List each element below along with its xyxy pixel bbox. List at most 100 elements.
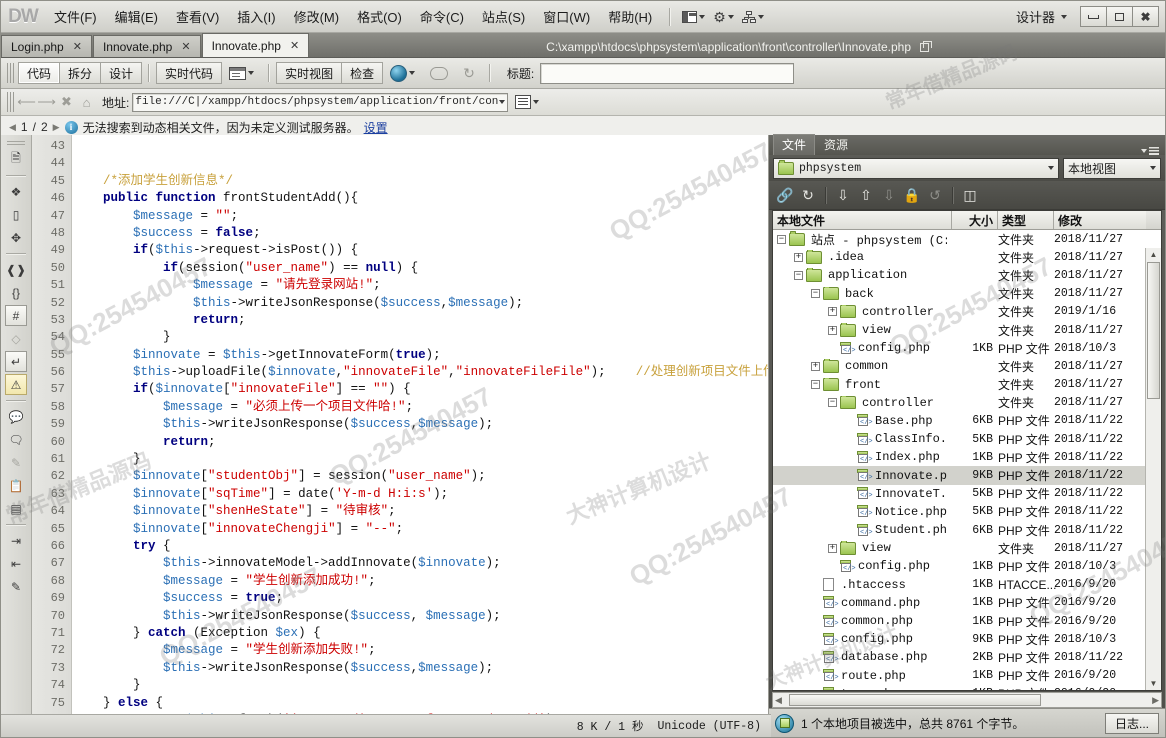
live-code-options-button[interactable] xyxy=(221,63,262,83)
file-tree-row[interactable]: − 站点 - phpsystem (C:\x... 文件夹 2018/11/27 xyxy=(773,230,1146,248)
code-line[interactable]: $this->writeJsonResponse($success, $mess… xyxy=(73,608,768,625)
outdent-code-icon[interactable]: ⇤ xyxy=(5,553,27,574)
design-view-button[interactable]: 设计 xyxy=(100,62,143,84)
refresh-button[interactable]: ↻ xyxy=(455,63,483,83)
hscrollbar-thumb[interactable] xyxy=(789,694,1041,706)
file-tree-row[interactable]: </> config.php 1KB PHP 文件 2018/10/3 xyxy=(773,557,1146,575)
menu-item-6[interactable]: 命令(C) xyxy=(411,3,473,30)
file-tree-row[interactable]: </> tags.php 1KBPHP 文件2016/9/20 xyxy=(773,685,1146,690)
file-tree-vertical-scrollbar[interactable]: ▲ ▼ xyxy=(1145,248,1161,690)
menu-item-4[interactable]: 修改(M) xyxy=(285,3,349,30)
menu-item-3[interactable]: 插入(I) xyxy=(228,3,284,30)
code-line[interactable]: return; xyxy=(73,434,768,451)
code-line[interactable]: $message = ""; xyxy=(73,208,768,225)
document-tab-2[interactable]: Innovate.php ✕ xyxy=(201,33,310,57)
back-icon[interactable]: ⟵ xyxy=(17,94,36,111)
menu-item-1[interactable]: 编辑(E) xyxy=(106,3,167,30)
get-files-icon[interactable]: ⇩ xyxy=(832,185,854,206)
close-icon[interactable]: ✕ xyxy=(73,40,82,53)
code-line[interactable]: if(session("user_name") == null) { xyxy=(73,260,768,277)
put-files-icon[interactable]: ⇧ xyxy=(855,185,877,206)
code-line[interactable]: $innovate["innovateChengji"] = "--"; xyxy=(73,521,768,538)
split-view-button[interactable]: 拆分 xyxy=(59,62,102,84)
live-view-button[interactable]: 实时视图 xyxy=(276,62,343,84)
wrap-tag-icon[interactable]: ✎ xyxy=(5,452,27,473)
code-line[interactable]: $success = false; xyxy=(73,225,768,242)
apply-comment-icon[interactable]: 💬 xyxy=(5,406,27,427)
code-text-area[interactable]: /*添加学生创新信息*/ public function frontStuden… xyxy=(73,135,768,718)
code-line[interactable]: return; xyxy=(73,312,768,329)
code-line[interactable]: $this->writeJsonResponse($success,$messa… xyxy=(73,295,768,312)
expand-panel-icon[interactable]: ◫ xyxy=(959,185,981,206)
menu-item-2[interactable]: 查看(V) xyxy=(167,3,228,30)
site-management-button[interactable] xyxy=(738,9,768,25)
prev-page-icon[interactable]: ◀ xyxy=(9,122,16,133)
file-tree-row[interactable]: </> route.php 1KB PHP 文件 2016/9/20 xyxy=(773,667,1146,685)
addressbar-grip[interactable] xyxy=(7,92,14,112)
file-tree-row[interactable]: + view 文件夹 2018/11/27 xyxy=(773,321,1146,339)
file-tree-row[interactable]: </>Innovate.php 9KB PHP 文件 2018/11/22 xyxy=(773,466,1146,485)
file-tree-row[interactable]: </> Notice.php 5KB PHP 文件 2018/11/22 xyxy=(773,503,1146,521)
file-tree-row[interactable]: </> database.php 2KB PHP 文件 2018/11/22 xyxy=(773,648,1146,666)
file-management-icon[interactable] xyxy=(515,95,532,109)
next-page-icon[interactable]: ▶ xyxy=(53,122,60,133)
code-line[interactable]: } xyxy=(73,451,768,468)
connect-remote-icon[interactable]: 🔗 xyxy=(774,185,796,206)
code-line[interactable]: /*添加学生创新信息*/ xyxy=(73,173,768,190)
panel-menu-button[interactable] xyxy=(1141,147,1159,155)
scroll-up-icon[interactable]: ▲ xyxy=(1150,248,1158,261)
file-tree-row[interactable]: − application 文件夹 2018/11/27 xyxy=(773,266,1146,284)
balance-braces-icon[interactable]: {} xyxy=(5,282,27,303)
chevron-down-icon[interactable] xyxy=(533,100,540,104)
menu-item-0[interactable]: 文件(F) xyxy=(45,3,106,30)
home-icon[interactable]: ⌂ xyxy=(78,94,95,111)
visual-aids-button[interactable] xyxy=(422,63,456,83)
file-tree-row[interactable]: .htaccess 1KB HTACCE... 2016/9/20 xyxy=(773,576,1146,594)
code-line[interactable]: } catch (Exception $ex) { xyxy=(73,625,768,642)
scroll-left-icon[interactable]: ◀ xyxy=(775,695,782,706)
view-mode-dropdown[interactable]: 本地视图 xyxy=(1063,157,1161,179)
preview-in-browser-button[interactable] xyxy=(382,63,423,83)
close-icon[interactable]: ✕ xyxy=(290,39,299,52)
menu-item-8[interactable]: 窗口(W) xyxy=(534,3,599,30)
file-tree-row[interactable]: </>InnovateT... 5KB PHP 文件 2018/11/22 xyxy=(773,485,1146,503)
file-tree-row[interactable]: </>ClassInfo... 5KB PHP 文件 2018/11/22 xyxy=(773,430,1146,448)
menu-item-9[interactable]: 帮助(H) xyxy=(599,3,661,30)
column-header-modified[interactable]: 修改 xyxy=(1054,211,1146,229)
format-source-code-icon[interactable]: ✎ xyxy=(5,576,27,597)
code-view-button[interactable]: 代码 xyxy=(18,62,61,84)
collapse-icon[interactable]: − xyxy=(811,380,820,390)
code-line[interactable] xyxy=(73,138,768,155)
file-tree-row[interactable]: </> Base.php 6KB PHP 文件 2018/11/22 xyxy=(773,412,1146,430)
highlight-invalid-code-icon[interactable]: ◇ xyxy=(5,328,27,349)
minimize-button[interactable] xyxy=(1080,6,1107,27)
close-icon[interactable]: ✕ xyxy=(181,40,190,53)
open-documents-icon[interactable]: 🗎 xyxy=(5,149,27,170)
menu-item-7[interactable]: 站点(S) xyxy=(473,3,534,30)
inspect-button[interactable]: 检查 xyxy=(341,62,384,84)
code-line[interactable]: } else { xyxy=(73,695,768,712)
expand-icon[interactable]: + xyxy=(828,307,837,317)
word-wrap-icon[interactable]: ↵ xyxy=(5,351,27,372)
collapse-icon[interactable]: − xyxy=(811,289,820,299)
code-line[interactable]: $message = "必须上传一个项目文件哈!"; xyxy=(73,399,768,416)
code-line[interactable]: if($this->request->isPost()) { xyxy=(73,242,768,259)
file-tree-row[interactable]: − back 文件夹 2018/11/27 xyxy=(773,285,1146,303)
workspace-selector[interactable]: 设计器 xyxy=(1010,5,1073,28)
check-out-icon[interactable]: ⇩ xyxy=(878,185,900,206)
scroll-down-icon[interactable]: ▼ xyxy=(1150,677,1158,690)
file-tree-body[interactable]: − 站点 - phpsystem (C:\x... 文件夹 2018/11/27 + .i… xyxy=(773,230,1161,690)
file-tree-row[interactable]: </> common.php 1KB PHP 文件 2016/9/20 xyxy=(773,612,1146,630)
expand-icon[interactable]: + xyxy=(828,543,837,553)
file-tree-row[interactable]: </> config.php 1KB PHP 文件 2018/10/3 xyxy=(773,339,1146,357)
document-tab-1[interactable]: Innovate.php ✕ xyxy=(92,35,201,57)
extend-settings-button[interactable]: ⚙ xyxy=(709,8,738,26)
file-tree-row[interactable]: − front 文件夹 2018/11/27 xyxy=(773,376,1146,394)
collapse-icon[interactable]: − xyxy=(777,234,786,244)
code-line[interactable]: } xyxy=(73,329,768,346)
file-tree-row[interactable]: − controller 文件夹 2018/11/27 xyxy=(773,394,1146,412)
file-tree-row[interactable]: + common 文件夹 2018/11/27 xyxy=(773,357,1146,375)
settings-link[interactable]: 设置 xyxy=(364,119,388,136)
indent-code-icon[interactable]: ⇥ xyxy=(5,530,27,551)
code-line[interactable]: if($innovate["innovateFile"] == "") { xyxy=(73,381,768,398)
